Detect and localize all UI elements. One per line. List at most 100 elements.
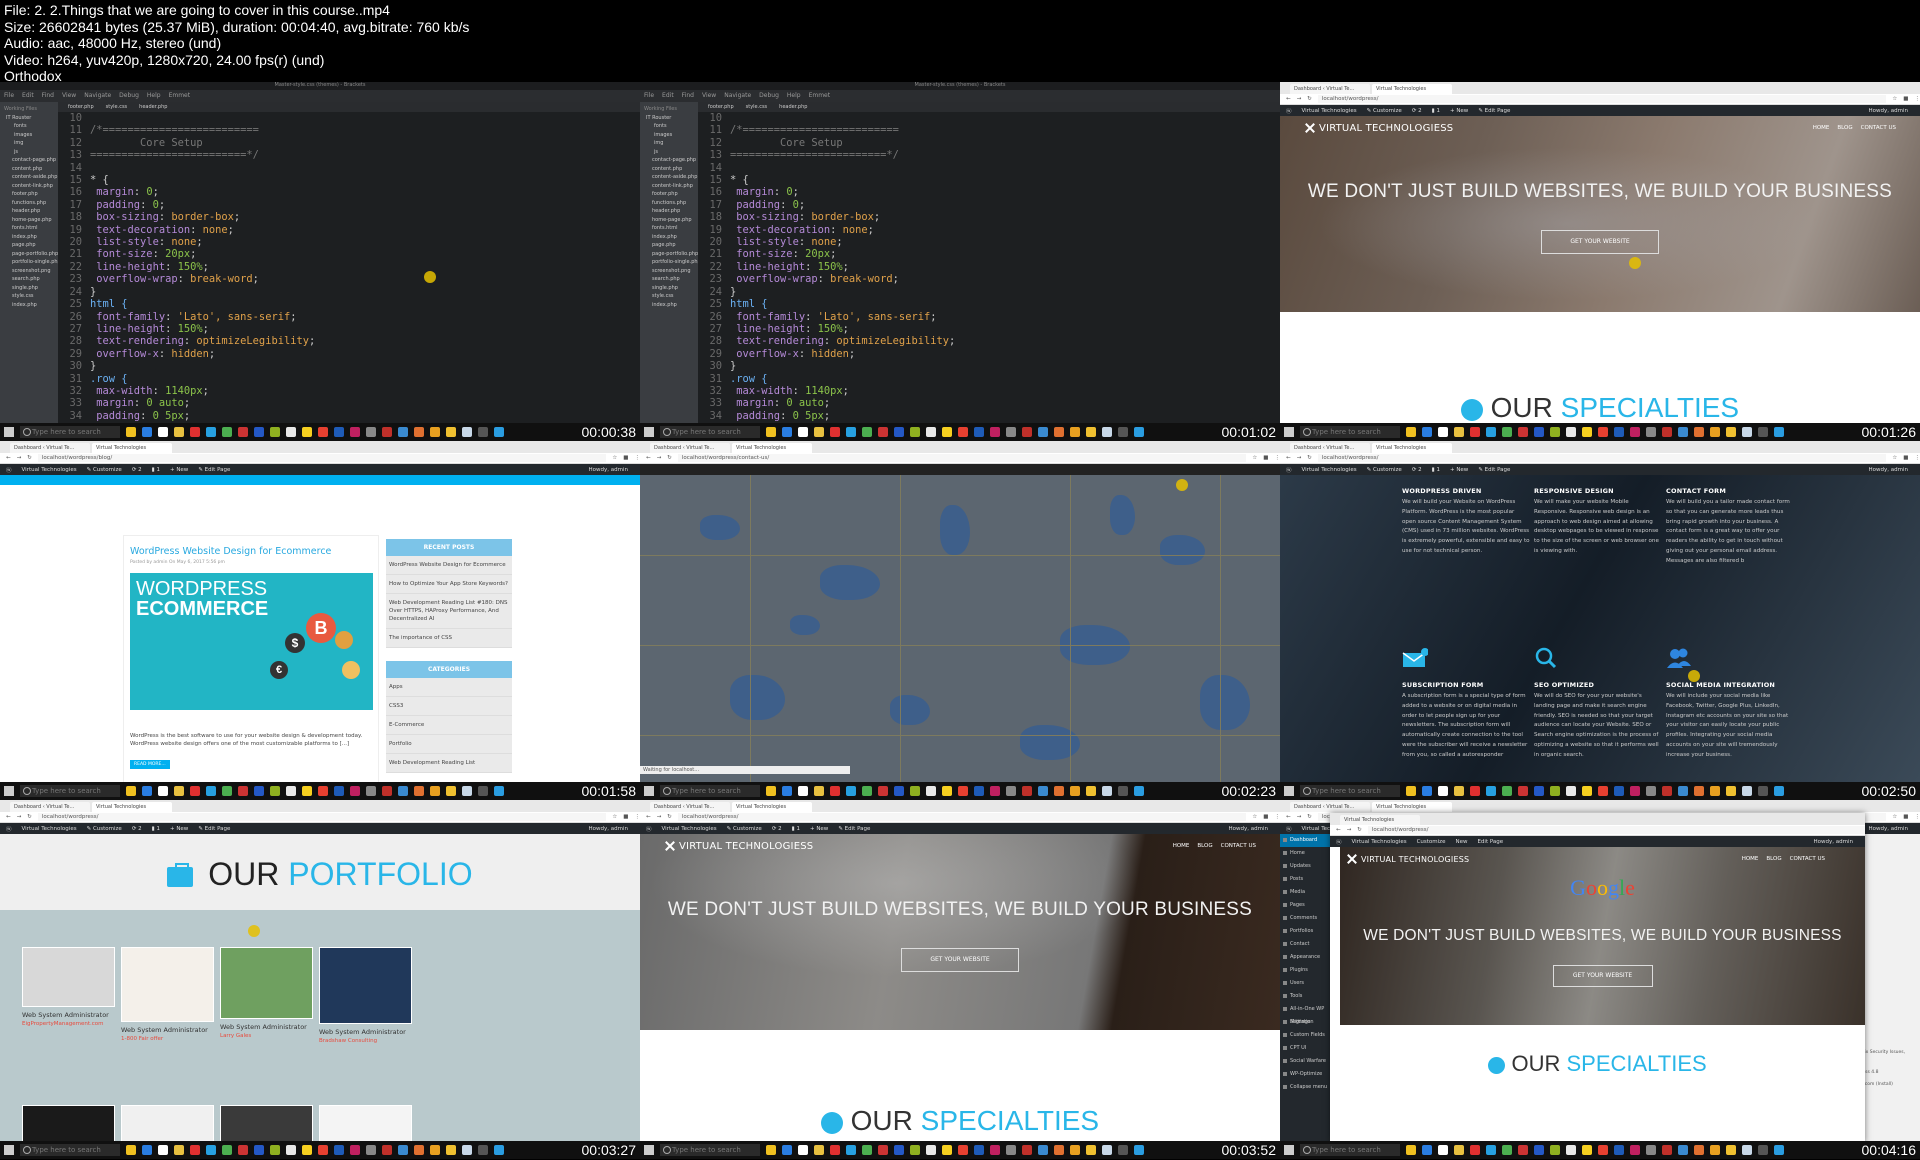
taskbar-app-icon[interactable] [974,427,984,437]
url-input[interactable]: localhost/wordpress/ [37,813,607,821]
taskbar-app-icon[interactable] [1054,427,1064,437]
file-tree-item[interactable]: screenshot.png [0,268,58,277]
tab-dashboard[interactable]: Dashboard ‹ Virtual Te... [10,443,90,453]
taskbar-app-icon[interactable] [1422,786,1432,796]
taskbar-app-icon[interactable] [174,1145,184,1155]
category-link[interactable]: Portfolio [386,735,512,754]
taskbar-app-icon[interactable] [1646,786,1656,796]
start-button[interactable] [644,1145,654,1155]
url-input[interactable]: localhost/wordpress/ [1317,454,1887,462]
taskbar-app-icon[interactable] [1038,786,1048,796]
file-tree-item[interactable]: contact-page.php [640,157,698,166]
taskbar-app-icon[interactable] [1086,1145,1096,1155]
taskbar-app-icon[interactable] [878,1145,888,1155]
taskbar-app-icon[interactable] [494,1145,504,1155]
taskbar-app-icon[interactable] [1118,786,1128,796]
star-icon[interactable]: ☆ [1252,814,1257,820]
file-tree-item[interactable]: fonts.html [640,225,698,234]
wp-menu-item[interactable]: Pages [1280,899,1335,912]
taskbar-app-icon[interactable] [910,427,920,437]
taskbar-app-icon[interactable] [174,786,184,796]
taskbar-app-icon[interactable] [862,1145,872,1155]
editor-tab[interactable]: header.php [779,104,807,110]
star-icon[interactable]: ☆ [612,455,617,461]
nav-contact[interactable]: CONTACT US [1861,125,1896,131]
taskbar-app-icon[interactable] [1134,427,1144,437]
menu-icon[interactable]: ⋮ [1915,96,1920,102]
site-logo[interactable]: VIRTUAL TECHNOLOGIESS [664,840,813,852]
tab-dashboard[interactable]: Dashboard ‹ Virtual Te... [650,802,730,812]
taskbar-app-icon[interactable] [1470,786,1480,796]
wp-bar-site[interactable]: Virtual Technologies [1352,839,1407,845]
nav-blog[interactable]: BLOG [1197,843,1212,849]
taskbar-app-icon[interactable] [1502,786,1512,796]
taskbar-app-icon[interactable] [1774,427,1784,437]
reload-icon[interactable]: ↻ [1307,455,1312,461]
taskbar-app-icon[interactable] [1758,786,1768,796]
taskbar-app-icon[interactable] [1598,427,1608,437]
taskbar-app-icon[interactable] [990,1145,1000,1155]
taskbar-app-icon[interactable] [782,1145,792,1155]
star-icon[interactable]: ☆ [612,814,617,820]
taskbar-app-icon[interactable] [302,1145,312,1155]
taskbar-app-icon[interactable] [782,427,792,437]
taskbar-app-icon[interactable] [1086,786,1096,796]
taskbar-app-icon[interactable] [238,786,248,796]
file-tree-item[interactable]: fonts.html [0,225,58,234]
taskbar-app-icon[interactable] [1742,1145,1752,1155]
taskbar-app-icon[interactable] [190,427,200,437]
taskbar-app-icon[interactable] [1678,1145,1688,1155]
taskbar-app-icon[interactable] [1726,1145,1736,1155]
wp-bar-edit[interactable]: Edit Page [1477,839,1503,845]
editor-tab[interactable]: footer.php [68,104,94,110]
wp-menu-item[interactable]: Users [1280,977,1335,990]
forward-icon[interactable]: → [657,455,662,461]
taskbar-app-icon[interactable] [286,786,296,796]
taskbar-app-icon[interactable] [1070,1145,1080,1155]
taskbar-app-icon[interactable] [126,1145,136,1155]
taskbar-app-icon[interactable] [414,427,424,437]
taskbar-app-icon[interactable] [1118,427,1128,437]
tab-site[interactable]: Virtual Technologies [1372,84,1452,94]
recent-post-link[interactable]: How to Optimize Your App Store Keywords? [386,575,512,594]
wp-logo-icon[interactable]: ⓦ [646,825,652,833]
back-icon[interactable]: ← [6,455,11,461]
taskbar-app-icon[interactable] [446,1145,456,1155]
wp-bar-edit[interactable]: ✎ Edit Page [1478,467,1510,473]
star-icon[interactable]: ☆ [1892,814,1897,820]
taskbar-app-icon[interactable] [1582,786,1592,796]
file-tree-item[interactable]: home-page.php [640,217,698,226]
taskbar-app-icon[interactable] [398,427,408,437]
taskbar-app-icon[interactable] [1454,427,1464,437]
taskbar-app-icon[interactable] [1630,1145,1640,1155]
nav-blog[interactable]: BLOG [1837,125,1852,131]
forward-icon[interactable]: → [17,455,22,461]
wp-bar-comments[interactable]: ▮ 1 [1432,108,1440,114]
extension-icon[interactable]: ■ [623,814,628,820]
taskbar-app-icon[interactable] [830,427,840,437]
taskbar-app-icon[interactable] [270,427,280,437]
wp-bar-howdy[interactable]: Howdy, admin [1869,467,1908,473]
menu-item[interactable]: Navigate [84,92,111,100]
taskbar-app-icon[interactable] [222,1145,232,1155]
wp-menu-item[interactable]: Social Warfare [1280,1055,1335,1068]
file-tree-item[interactable]: images [0,132,58,141]
taskbar-app-icon[interactable] [846,427,856,437]
wp-menu-item[interactable]: Media [1280,886,1335,899]
taskbar-app-icon[interactable] [1054,786,1064,796]
wp-menu-item[interactable]: Plugins [1280,964,1335,977]
taskbar-app-icon[interactable] [254,1145,264,1155]
file-tree-item[interactable]: search.php [0,276,58,285]
portfolio-item[interactable]: Web System Administrator Bradshaw Consult… [319,947,412,1044]
taskbar-app-icon[interactable] [1454,786,1464,796]
menu-item[interactable]: Edit [662,92,674,100]
taskbar-app-icon[interactable] [1102,1145,1112,1155]
wp-bar-customize[interactable]: Customize [1417,839,1446,845]
portfolio-client[interactable]: EigPropertyManagement.com [22,1021,115,1027]
taskbar-app-icon[interactable] [1118,1145,1128,1155]
taskbar-app-icon[interactable] [1518,1145,1528,1155]
category-link[interactable]: E-Commerce [386,716,512,735]
wp-bar-howdy[interactable]: Howdy, admin [1814,839,1853,845]
file-tree-item[interactable]: page-portfolio.php [0,251,58,260]
category-link[interactable]: Apps [386,678,512,697]
